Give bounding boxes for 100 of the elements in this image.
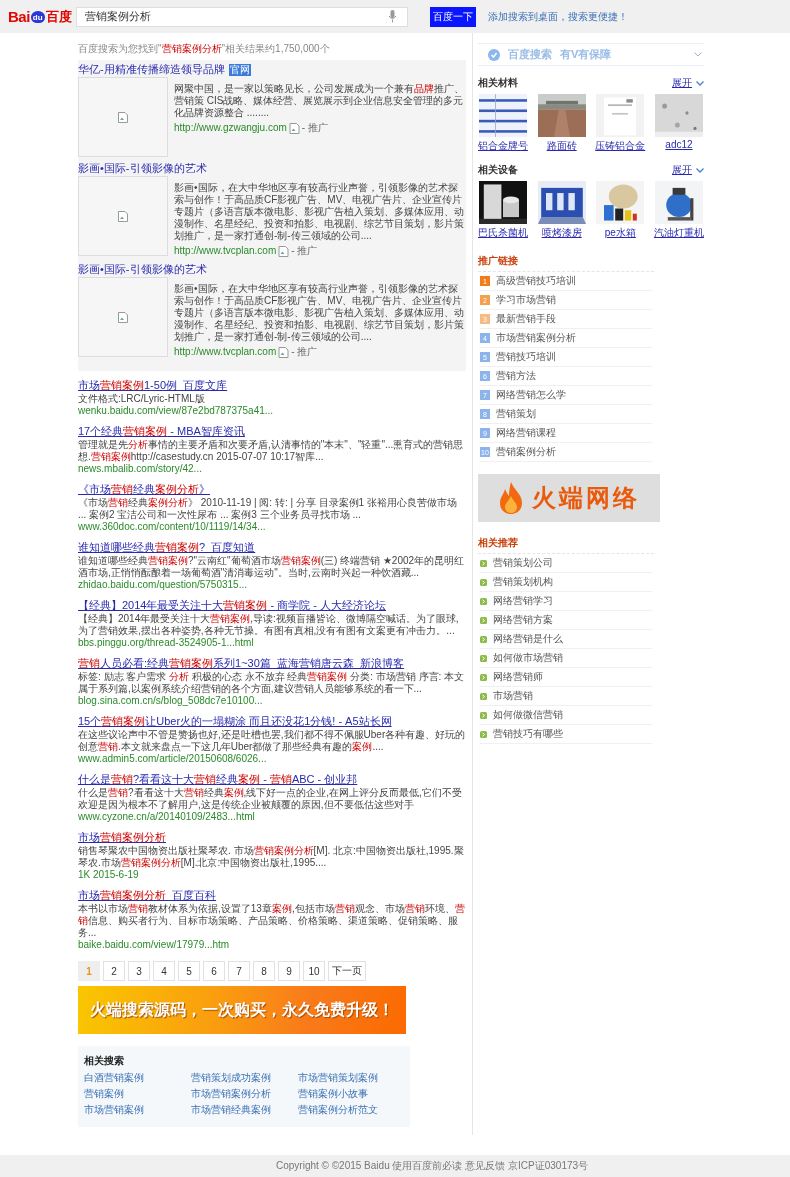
ad-title-link[interactable]: 华亿-用精准传播缔造领导品牌	[78, 62, 225, 77]
result-snippet: 本书以市场营销教材体系为依据,设置了13章案例,包括市场营销观念、市场营销环境、营销信息、购买者行为、目标市场策略、产品策略、价格策略、渠道策略、促销策略、服务...	[78, 903, 466, 939]
related-search-link[interactable]: 营销策划成功案例	[191, 1071, 298, 1085]
related-search-link[interactable]: 市场营销策划案例	[298, 1071, 405, 1085]
recommendation-link[interactable]: 网络营销师	[493, 670, 543, 684]
chevron-down-icon	[694, 52, 702, 57]
result-title-link[interactable]: 市场营销案例分析	[78, 830, 466, 845]
result-snippet: 【经典】2014年最受关注十大营销案例,导读:视频盲播皆论、微博隔空喊话。为了眼球,为了营销效果,摆出各种姿势,各种无节操。有图有真相,没有有图有文案更有冲击力。...	[78, 613, 460, 637]
recommendation-link[interactable]: 营销技巧有哪些	[493, 727, 563, 741]
flame-icon	[498, 482, 524, 514]
result-title-link[interactable]: 15个营销案例让Uber火的一塌糊涂 而且还没花1分钱! - A5站长网	[78, 714, 466, 729]
bullet-icon	[480, 597, 487, 605]
page-link[interactable]: 2	[103, 961, 125, 981]
official-badge[interactable]: 官网	[228, 63, 251, 76]
broken-image-icon	[118, 111, 128, 123]
guarantee-text: 百度搜索	[508, 47, 552, 62]
section-heading: 相关搜索	[84, 1054, 125, 1068]
thumbnail-caption-link[interactable]: 路面砖	[546, 139, 577, 153]
thumbnail-caption-link[interactable]: adc12	[665, 139, 693, 150]
chevron-down-icon	[696, 167, 704, 173]
result-title-link[interactable]: 市场营销案例1-50例_百度文库	[78, 378, 466, 393]
related-search-link[interactable]: 营销案例小故事	[298, 1087, 405, 1101]
related-search-link[interactable]: 市场营销案例分析	[191, 1087, 298, 1101]
broken-image-icon	[278, 245, 290, 257]
promo-link[interactable]: 高级营销技巧培训	[496, 274, 576, 288]
thumbnail-caption-link[interactable]: 压铸铝合金	[595, 139, 646, 153]
paw-logo-icon: du	[30, 10, 45, 23]
recommendation-link[interactable]: 网络营销方案	[493, 613, 553, 627]
result-title-link[interactable]: 《市场营销经典案例分析》	[78, 482, 466, 497]
bullet-icon	[480, 635, 487, 643]
result-url: blog.sina.com.cn/s/blog_508dc7e10100...	[78, 695, 264, 707]
bullet-icon	[480, 730, 487, 738]
page-link[interactable]: 4	[153, 961, 175, 981]
related-search-link[interactable]: 营销案例	[84, 1087, 191, 1101]
page-link[interactable]: 3	[128, 961, 150, 981]
page-link[interactable]: 7	[228, 961, 250, 981]
ad-title-link[interactable]: 影画•国际-引领影像的艺术	[78, 161, 207, 176]
add-to-desktop-link[interactable]: 添加搜索到桌面，搜索更便捷！	[488, 9, 628, 24]
recommendation-link[interactable]: 如何做微信营销	[493, 708, 563, 722]
bullet-icon	[480, 616, 487, 624]
promo-link[interactable]: 网络营销课程	[496, 426, 556, 440]
ad-label: - 推广	[291, 345, 318, 359]
result-title-link[interactable]: 【经典】2014年最受关注十大营销案例 - 商学院 - 人大经济论坛	[78, 598, 466, 613]
recommendation-link[interactable]: 营销策划机构	[493, 575, 553, 589]
page-link[interactable]: 8	[253, 961, 275, 981]
related-search-link[interactable]: 营销案例分析范文	[298, 1103, 405, 1117]
result-url: zhidao.baidu.com/question/5750315...	[78, 579, 248, 591]
result-title-link[interactable]: 什么是营销?看看这十大营销经典案例 - 营销ABC - 创业邦	[78, 772, 466, 787]
result-count: 百度搜索为您找到"营销案例分析"相关结果约1,750,000个	[78, 42, 331, 56]
broken-image-icon	[118, 311, 128, 323]
expand-link[interactable]: 展开	[672, 76, 692, 90]
promo-link[interactable]: 学习市场营销	[496, 293, 556, 307]
promo-link[interactable]: 营销案例分析	[496, 445, 556, 459]
ad-url: http://www.gzwangju.com	[174, 122, 287, 134]
promo-link[interactable]: 市场营销案例分析	[496, 331, 576, 345]
page-link[interactable]: 6	[203, 961, 225, 981]
related-search-link[interactable]: 市场营销案例	[84, 1103, 191, 1117]
bullet-icon	[480, 559, 487, 567]
thumbnail-caption-link[interactable]: 喷烤漆房	[541, 226, 582, 240]
result-snippet: 管理就是先分析事情的主要矛盾和次要矛盾,认清事情的"本末"、"轻重"...熏育式的营销思想.营销案例http://casestudy.cn 2015-07-07 10:17智库...	[78, 439, 465, 463]
related-search-link[interactable]: 市场营销经典案例	[191, 1103, 298, 1117]
result-snippet: 销售琴聚农中国物资出版社聚琴农. 市场营销案例分析[M]. 北京:中国物资出版社,1995.聚琴农.市场营销案例分析[M].北京:中国物资出版社,1995....	[78, 845, 465, 869]
ad-description: 影画•国际，在大中华地区享有较高行业声誉，引领影像的艺术探索与创作！于高品质CF影视广告、MV、电视广告片、企业宣传片专题片（多语言版本微电影、影视广告植入策划、多媒体应用、动漫制作、名星经纪、投资和拍影、电视剧、综艺节目策划，影片策划推广，是一家打通创-制-传三领域的公司....	[174, 283, 465, 343]
result-url: www.360doc.com/content/10/1119/14/34...	[78, 521, 267, 533]
recommendation-link[interactable]: 网络营销是什么	[493, 632, 563, 646]
page-link[interactable]: 5	[178, 961, 200, 981]
recommendation-link[interactable]: 营销策划公司	[493, 556, 553, 570]
result-url: 1K 2015-6-19	[78, 869, 140, 881]
result-snippet: 文件格式:LRC/Lyric-HTML版	[78, 393, 206, 405]
thumbnail-caption-link[interactable]: pe水箱	[604, 226, 636, 240]
microphone-icon[interactable]	[388, 10, 397, 23]
broken-image-icon	[288, 122, 300, 134]
promo-link[interactable]: 最新营销手段	[496, 312, 556, 326]
expand-link[interactable]: 展开	[672, 163, 692, 177]
promo-link[interactable]: 营销方法	[496, 369, 536, 383]
promo-link[interactable]: 营销技巧培训	[496, 350, 556, 364]
page-link[interactable]: 9	[278, 961, 300, 981]
thumbnail-caption-link[interactable]: 汽油灯重机	[653, 226, 704, 240]
search-field[interactable]: 营销案例分析	[76, 6, 408, 27]
guarantee-text: 有V有保障	[560, 47, 612, 62]
page-link[interactable]: 10	[303, 961, 325, 981]
promo-link[interactable]: 网络营销怎么学	[496, 388, 566, 402]
thumbnail-caption-link[interactable]: 铝合金牌号	[478, 139, 528, 153]
recommendation-link[interactable]: 市场营销	[493, 689, 533, 703]
ad-title-link[interactable]: 影画•国际-引领影像的艺术	[78, 262, 207, 277]
bullet-icon	[480, 711, 487, 719]
next-page-link[interactable]: 下一页	[328, 961, 366, 981]
search-button[interactable]: 百度一下	[430, 6, 476, 27]
related-search-link[interactable]: 白酒营销案例	[84, 1071, 191, 1085]
recommendation-link[interactable]: 网络营销学习	[493, 594, 553, 608]
result-title-link[interactable]: 营销人员必看:经典营销案例系列1~30篇_蓝海营销唐云森_新浪博客	[78, 656, 466, 671]
result-title-link[interactable]: 市场营销案例分析_百度百科	[78, 888, 466, 903]
result-title-link[interactable]: 17个经典营销案例 - MBA智库资讯	[78, 424, 466, 439]
recommendation-link[interactable]: 如何做市场营销	[493, 651, 563, 665]
thumbnail-caption-link[interactable]: 巴氏杀菌机	[478, 226, 528, 240]
result-url: www.cyzone.cn/a/20140109/2483...html	[78, 811, 256, 823]
bullet-icon	[480, 673, 487, 681]
result-url: news.mbalib.com/story/42...	[78, 463, 203, 475]
result-title-link[interactable]: 谁知道哪些经典营销案例?_百度知道	[78, 540, 466, 555]
promo-link[interactable]: 营销策划	[496, 407, 536, 421]
